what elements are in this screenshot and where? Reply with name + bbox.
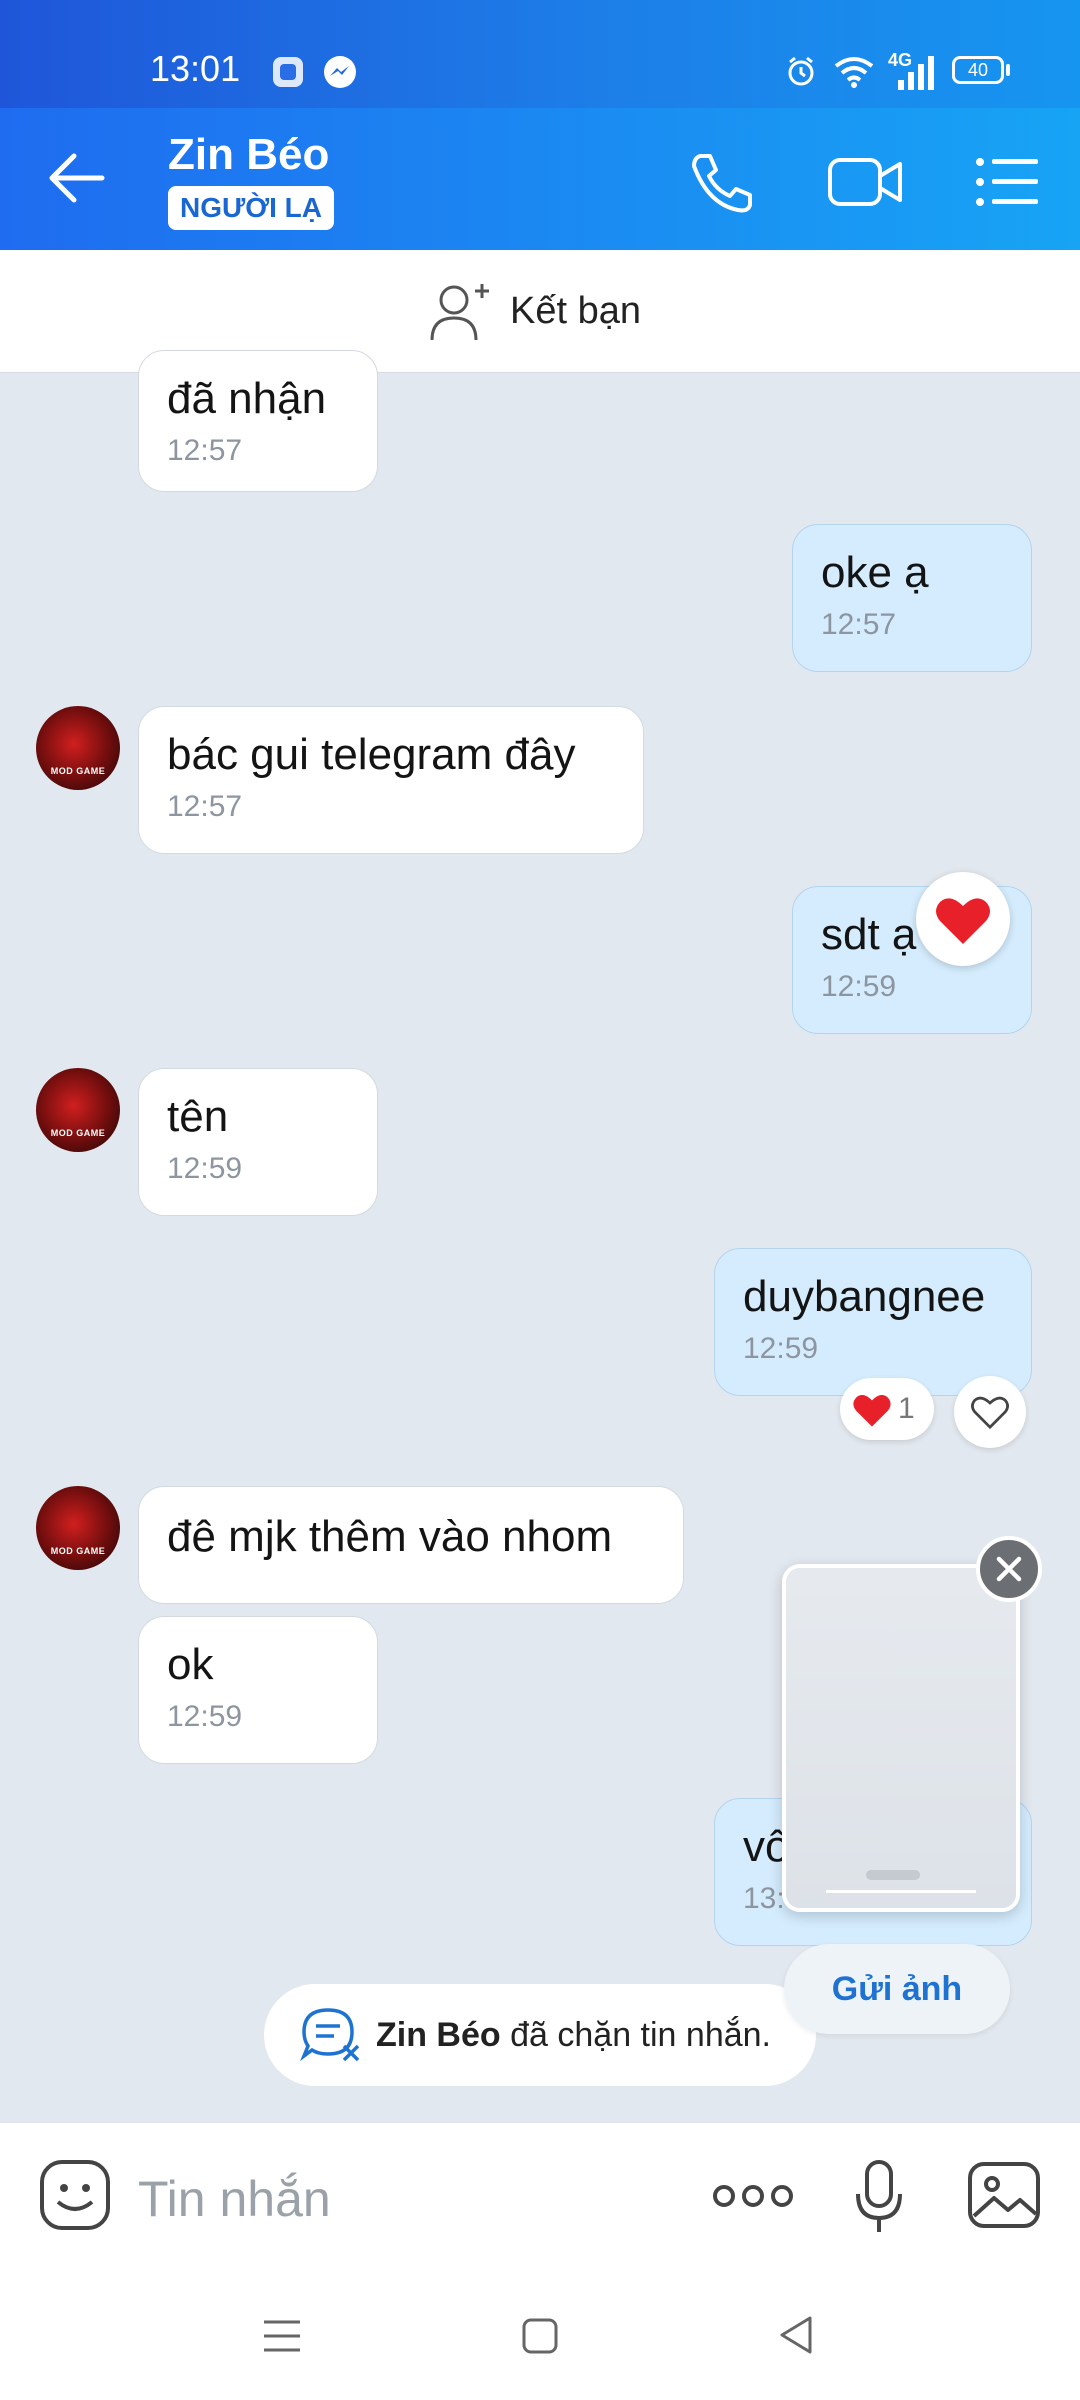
video-call-button[interactable] (826, 152, 904, 212)
recent-apps-icon[interactable] (262, 2318, 302, 2354)
message-text: bác gui telegram đây (167, 730, 576, 779)
chat-options-menu-icon[interactable] (972, 152, 1042, 212)
microphone-icon[interactable] (854, 2158, 904, 2238)
home-icon[interactable] (520, 2316, 560, 2356)
message-time: 12:57 (167, 434, 243, 467)
message-text: đã nhận (167, 374, 327, 423)
message-text: ok (167, 1640, 214, 1689)
avatar-text: MOD GAME (50, 1128, 106, 1138)
add-reaction-button[interactable] (954, 1376, 1026, 1448)
system-navigation-bar (0, 2274, 1080, 2400)
phone-call-button[interactable] (686, 150, 756, 214)
reaction-summary[interactable]: 1 (840, 1378, 934, 1440)
thumbnail-input-placeholder (866, 1870, 920, 1880)
avatar-text: MOD GAME (50, 1546, 106, 1556)
reaction-count: 1 (898, 1392, 915, 1425)
message-text: duybangnee (743, 1272, 986, 1321)
back-button[interactable] (40, 148, 110, 208)
message-time: 12:59 (167, 1152, 243, 1185)
message-time: 12:57 (821, 608, 897, 641)
stranger-badge: NGƯỜI LẠ (168, 186, 334, 230)
add-friend-button[interactable]: Kết bạn (428, 280, 641, 342)
status-time: 13:01 (150, 48, 241, 89)
blocked-contact-name: Zin Béo (376, 2015, 501, 2054)
chat-header: Zin Béo NGƯỜI LẠ (0, 108, 1080, 250)
message-bubble-incoming[interactable]: tên 12:59 (138, 1068, 378, 1216)
battery-icon: 40 (952, 56, 1004, 84)
messenger-icon (324, 56, 356, 88)
more-options-icon[interactable] (712, 2172, 794, 2220)
screenshot-thumbnail (786, 1568, 1016, 1908)
add-user-icon (430, 284, 489, 341)
message-text: oke ạ (821, 548, 929, 597)
message-bubble-outgoing[interactable]: duybangnee 12:59 (714, 1248, 1032, 1396)
battery-tip (1006, 64, 1010, 76)
status-bar: 13:01 4G 40 (0, 0, 1080, 108)
contact-name[interactable]: Zin Béo (168, 130, 329, 180)
message-bubble-incoming[interactable]: đã nhận 12:57 (138, 350, 378, 492)
wifi-icon (834, 57, 874, 88)
heart-outline-icon (971, 1396, 1009, 1430)
message-time: 12:59 (743, 1332, 819, 1365)
message-time: 12:59 (167, 1700, 243, 1733)
message-bubble-incoming[interactable]: ok 12:59 (138, 1616, 378, 1764)
blocked-message-icon (300, 2008, 360, 2062)
avatar-text: MOD GAME (50, 766, 106, 776)
heart-icon (853, 1395, 891, 1427)
heart-icon (936, 898, 990, 944)
message-bubble-outgoing[interactable]: oke ạ 12:57 (792, 524, 1032, 672)
message-bubble-incoming[interactable]: bác gui telegram đây 12:57 (138, 706, 644, 854)
contact-avatar[interactable]: MOD GAME (36, 1486, 120, 1570)
message-time: 12:57 (167, 790, 243, 823)
message-time: 12:59 (821, 970, 897, 1003)
screenshot-preview[interactable] (782, 1564, 1020, 1912)
close-preview-button[interactable] (976, 1536, 1042, 1602)
message-bubble-incoming[interactable]: đê mjk thêm vào nhom (138, 1486, 684, 1604)
alarm-icon (788, 56, 814, 86)
message-text: tên (167, 1092, 229, 1141)
close-icon (996, 1556, 1022, 1582)
blocked-notice-text: đã chặn tin nhắn. (500, 2015, 771, 2054)
app-notification-icon (273, 57, 303, 87)
sticker-emoji-icon[interactable] (38, 2158, 112, 2232)
signal-icon (898, 56, 934, 90)
message-input[interactable]: Tin nhắn (138, 2170, 331, 2228)
image-gallery-icon[interactable] (966, 2160, 1042, 2230)
blocked-notice: Zin Béo đã chặn tin nhắn. (264, 1984, 816, 2086)
contact-avatar[interactable]: MOD GAME (36, 1068, 120, 1152)
contact-avatar[interactable]: MOD GAME (36, 706, 120, 790)
nav-back-icon[interactable] (776, 2314, 816, 2356)
add-friend-label: Kết bạn (510, 289, 641, 332)
message-text: đê mjk thêm vào nhom (167, 1512, 613, 1561)
reaction-heart-button[interactable] (916, 872, 1010, 966)
send-photo-button[interactable]: Gửi ảnh (784, 1944, 1010, 2034)
battery-level: 40 (967, 60, 989, 80)
thumbnail-bottom-line (826, 1890, 976, 1893)
